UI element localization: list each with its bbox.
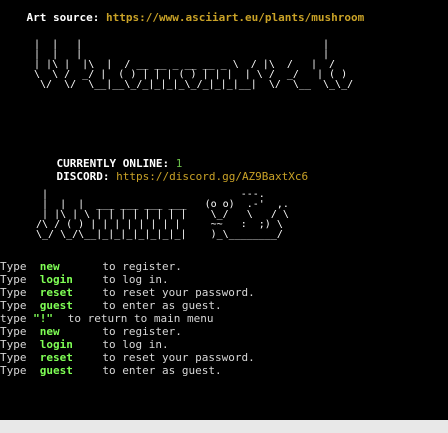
command-description: to log in. [102, 338, 169, 351]
command-row: Type new to register. [0, 260, 182, 273]
discord-label: DISCORD: [56, 170, 110, 183]
command-description: to enter as guest. [102, 364, 222, 377]
command-description: to reset your password. [102, 351, 255, 364]
command-description: to register. [102, 325, 182, 338]
command-keyword: login [39, 338, 73, 351]
command-prefix: type [0, 312, 27, 325]
command-row: type "!" to return to main menu [0, 312, 213, 325]
discord-url[interactable]: https://discord.gg/AZ9BaxtXc6 [116, 170, 308, 183]
command-row: Type reset to reset your password. [0, 351, 255, 364]
command-prefix: Type [0, 273, 27, 286]
command-prefix: Type [0, 338, 27, 351]
input-cursor-line[interactable] [0, 420, 448, 433]
art-source-line: Art source: https://www.asciiart.eu/plan… [0, 0, 365, 36]
command-keyword: guest [39, 299, 73, 312]
command-keyword: reset [39, 286, 73, 299]
command-row: Type new to register. [0, 325, 182, 338]
command-row: Type login to log in. [0, 273, 169, 286]
art-source-label: Art source: [26, 11, 100, 24]
command-description: to log in. [102, 273, 169, 286]
command-description: to enter as guest. [102, 299, 222, 312]
command-prefix: Type [0, 325, 27, 338]
command-row: Type guest to enter as guest. [0, 364, 222, 377]
command-description: to return to main menu [67, 312, 214, 325]
command-keyword: login [39, 273, 73, 286]
command-prefix: Type [0, 260, 27, 273]
command-keyword: new [39, 325, 60, 338]
command-prefix: Type [0, 364, 27, 377]
command-prefix: Type [0, 351, 27, 364]
command-row: Type guest to enter as guest. [0, 299, 222, 312]
command-description: to register. [102, 260, 182, 273]
ascii-art-mushroom: | ---. | | | ___ ___ ___ ___ (o o) .-' ,… [36, 189, 289, 240]
command-description: to reset your password. [102, 286, 255, 299]
command-prefix: Type [0, 286, 27, 299]
command-prefix: Type [0, 299, 27, 312]
terminal-window[interactable]: Art source: https://www.asciiart.eu/plan… [0, 0, 448, 433]
command-keyword: reset [39, 351, 73, 364]
ascii-art-banner-top: | | | | | | | | | |\ | |\ | / __ __ _ __… [34, 39, 354, 90]
command-keyword: new [39, 260, 60, 273]
command-row: Type reset to reset your password. [0, 286, 255, 299]
command-row: Type login to log in. [0, 338, 169, 351]
command-keyword: "!" [33, 312, 53, 325]
art-source-url[interactable]: https://www.asciiart.eu/plants/mushroom [106, 11, 364, 24]
command-keyword: guest [39, 364, 73, 377]
